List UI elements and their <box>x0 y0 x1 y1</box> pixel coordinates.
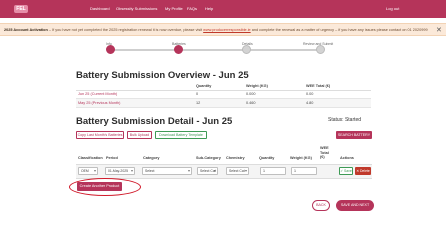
quantity-input[interactable]: 1 <box>260 167 286 175</box>
chevron-down-icon: ▾ <box>187 168 190 173</box>
table-row: May 25 (Previous Month) 12 0.460 4.80 <box>76 98 371 108</box>
col-category: Category <box>143 156 160 160</box>
col-classification: Classification <box>78 156 103 160</box>
col-chemistry: Chemistry <box>226 156 245 160</box>
nav-dashboard[interactable]: Dashboard <box>90 6 110 11</box>
detail-title: Battery Submission Detail - Jun 25 <box>76 116 233 127</box>
row-label: Jun 25 (Current Month) <box>76 90 194 99</box>
logout-link[interactable]: Log out <box>386 6 399 11</box>
account-activation-alert: 2025 Account Activation – If you have no… <box>0 23 446 36</box>
back-button[interactable]: BACK <box>312 200 330 211</box>
alert-message: – If you have not yet completed the 2025… <box>47 28 204 32</box>
col-quantity: Quantity <box>259 156 275 160</box>
nav-faqs[interactable]: FAQs <box>187 6 197 11</box>
download-template-button[interactable]: Download Battery Template <box>155 131 207 139</box>
alert-title: 2025 Account Activation <box>4 28 48 32</box>
nav-submissions[interactable]: Obsessity Submissions <box>116 6 157 11</box>
top-nav: FEL Dashboard Obsessity Submissions My P… <box>0 0 446 18</box>
col-weight: Weight (KG) <box>290 156 312 160</box>
col-wee-total-line3: (€) <box>320 155 325 159</box>
col-wee-total-line2: Total <box>320 150 329 155</box>
bulk-upload-button[interactable]: Bulk Upload <box>127 131 152 139</box>
chevron-down-icon: ▾ <box>213 168 216 173</box>
overview-col-total: WEE Total (€) <box>304 83 371 91</box>
close-icon[interactable]: ✕ <box>436 26 442 34</box>
alert-message-end: and complete the renewal as a matter of … <box>250 28 428 32</box>
nav-help[interactable]: Help <box>205 6 213 11</box>
highlight-circle <box>69 178 141 196</box>
category-value: Select <box>145 169 155 173</box>
sub-category-select[interactable]: Select Cat ▾ <box>197 167 218 175</box>
classification-select[interactable]: OEM ▾ <box>78 167 98 175</box>
step-dot-details[interactable] <box>242 45 251 54</box>
step-dot-review[interactable] <box>316 45 325 54</box>
col-wee-total: WEE Total (€) <box>320 146 329 160</box>
overview-col-weight: Weight (KG) <box>244 83 304 91</box>
status-badge: Status: Started <box>328 117 362 123</box>
col-period: Period <box>106 156 118 160</box>
col-wee-total-line1: WEE <box>320 146 329 150</box>
col-sub-category: Sub-Category <box>196 156 221 160</box>
period-value: 01-May-2025 <box>108 169 128 173</box>
chevron-down-icon: ▾ <box>130 168 133 173</box>
app-logo[interactable]: FEL <box>14 5 28 13</box>
category-select[interactable]: Select ▾ <box>142 167 192 175</box>
table-row: Jun 25 (Current Month) 0 0.000 0.00 <box>76 90 371 99</box>
stepper-track <box>110 49 322 51</box>
copy-last-month-button[interactable]: Copy Last Month's Batteries <box>76 131 124 139</box>
row-total: 4.80 <box>304 98 371 108</box>
weight-input[interactable]: 1 <box>291 167 317 175</box>
classification-value: OEM <box>81 169 89 173</box>
overview-title: Battery Submission Overview - Jun 25 <box>76 70 249 81</box>
col-actions: Actions <box>340 156 354 160</box>
step-dot-info[interactable] <box>106 45 115 54</box>
nav-profile[interactable]: My Profile <box>165 6 183 11</box>
alert-text: 2025 Account Activation – If you have no… <box>4 28 428 32</box>
overview-col-label <box>76 83 194 91</box>
row-total: 0.00 <box>304 90 371 99</box>
delete-row-button[interactable]: ✕ Delete <box>355 167 371 175</box>
row-label: May 25 (Previous Month) <box>76 98 194 108</box>
row-quantity: 12 <box>194 98 244 108</box>
chevron-down-icon: ▾ <box>244 168 247 173</box>
step-dot-batteries[interactable] <box>174 45 183 54</box>
period-select[interactable]: 01-May-2025 ▾ <box>105 167 135 175</box>
row-quantity: 0 <box>194 90 244 99</box>
save-row-button[interactable]: ✓ Save <box>339 167 353 175</box>
row-weight: 0.000 <box>244 90 304 99</box>
alert-link[interactable]: www.producerresponsible.ie <box>203 28 251 32</box>
chemistry-value: Select Cat <box>229 169 245 173</box>
overview-col-quantity: Quantity <box>194 83 244 91</box>
row-weight: 0.460 <box>244 98 304 108</box>
save-and-next-button[interactable]: SAVE AND NEXT <box>336 200 374 211</box>
overview-table: Quantity Weight (KG) WEE Total (€) Jun 2… <box>76 83 371 108</box>
chemistry-select[interactable]: Select Cat ▾ <box>226 167 249 175</box>
chevron-down-icon: ▾ <box>93 168 96 173</box>
detail-table-header: Classification Period Category Sub-Categ… <box>76 144 372 164</box>
search-battery-button[interactable]: SEARCH BATTERY <box>336 131 372 139</box>
